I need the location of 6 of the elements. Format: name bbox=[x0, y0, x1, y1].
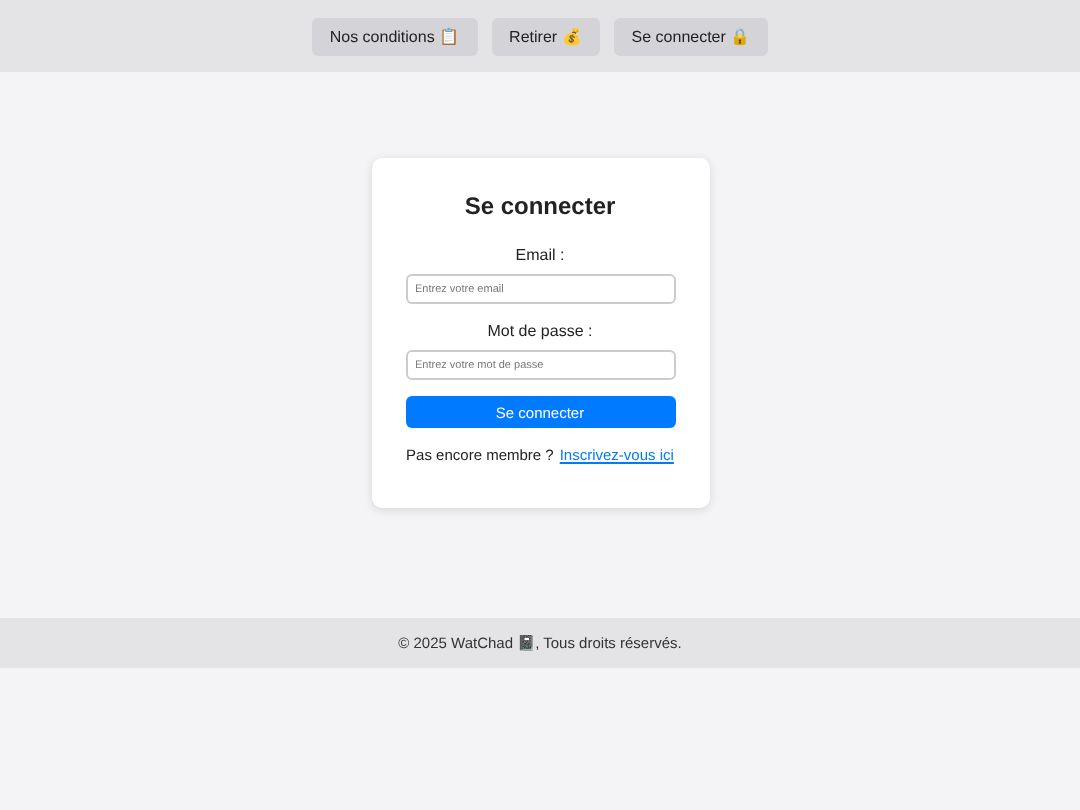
login-title: Se connecter bbox=[464, 192, 616, 220]
field-label: Mot de passe : bbox=[487, 322, 593, 340]
field-label: Email : bbox=[515, 246, 565, 264]
nav-button[interactable]: Se connecter 🔒 bbox=[613, 17, 769, 55]
nav-button[interactable]: Retirer 💰 bbox=[491, 17, 600, 55]
nav-button[interactable]: Nos conditions 📋 bbox=[311, 17, 478, 55]
